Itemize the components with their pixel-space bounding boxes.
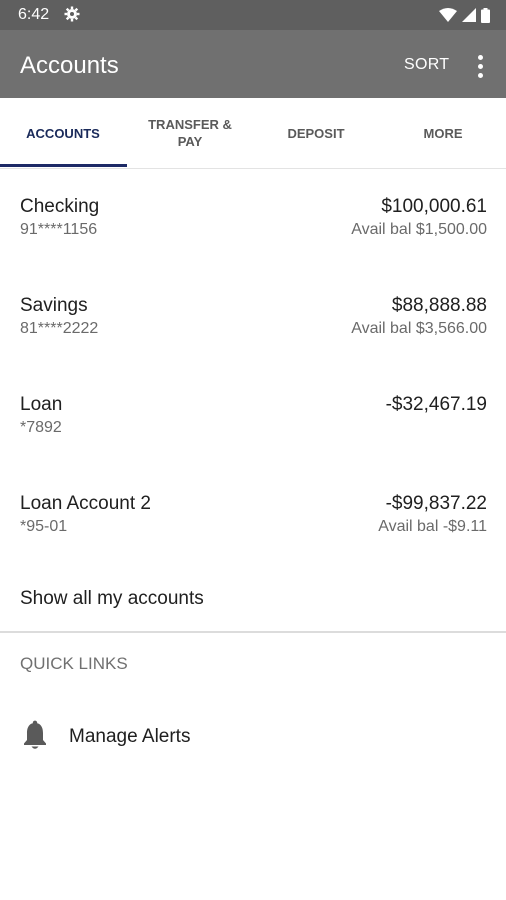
tab-transfer-pay-label: TRANSFER & PAY bbox=[148, 117, 232, 149]
account-row-checking[interactable]: Checking 91****1156 $100,000.61 Avail ba… bbox=[0, 196, 506, 294]
show-all-accounts-link[interactable]: Show all my accounts bbox=[20, 588, 204, 610]
account-number: 81****2222 bbox=[20, 320, 99, 337]
sort-button[interactable]: SORT bbox=[404, 56, 449, 74]
quick-links-title: QUICK LINKS bbox=[20, 654, 128, 673]
manage-alerts-link[interactable]: Manage Alerts bbox=[0, 712, 506, 762]
account-number: 91****1156 bbox=[20, 221, 98, 238]
account-name: Loan Account 2 bbox=[20, 493, 151, 514]
account-row-loan[interactable]: Loan *7892 -$32,467.19 bbox=[0, 394, 506, 492]
page-title: Accounts bbox=[20, 52, 119, 79]
signal-icon bbox=[462, 8, 476, 22]
tab-transfer-pay[interactable]: TRANSFER & PAY bbox=[127, 98, 253, 168]
tab-deposit[interactable]: DEPOSIT bbox=[253, 98, 379, 168]
available-balance: Avail bal $3,566.00 bbox=[351, 320, 487, 337]
account-name: Checking bbox=[20, 196, 100, 217]
tab-deposit-label: DEPOSIT bbox=[287, 125, 345, 141]
account-row-loan-account-2[interactable]: Loan Account 2 *95-01 -$99,837.22 Avail … bbox=[0, 493, 506, 591]
wifi-icon bbox=[439, 8, 457, 22]
battery-icon bbox=[481, 7, 490, 23]
account-name: Loan bbox=[20, 394, 63, 415]
tab-accounts[interactable]: ACCOUNTS bbox=[0, 98, 126, 168]
tab-accounts-label: ACCOUNTS bbox=[26, 125, 100, 141]
manage-alerts-label: Manage Alerts bbox=[69, 726, 191, 747]
bell-icon bbox=[22, 720, 48, 755]
account-row-savings[interactable]: Savings 81****2222 $88,888.88 Avail bal … bbox=[0, 295, 506, 393]
account-name: Savings bbox=[20, 295, 88, 316]
more-options-icon[interactable] bbox=[470, 52, 490, 80]
account-balance: $88,888.88 bbox=[391, 295, 487, 316]
status-bar: 6:42 bbox=[0, 0, 506, 30]
account-number: *95-01 bbox=[20, 518, 68, 535]
status-time: 6:42 bbox=[18, 6, 50, 23]
tab-bar: ACCOUNTS TRANSFER & PAY DEPOSIT MORE bbox=[0, 98, 506, 169]
available-balance: Avail bal $1,500.00 bbox=[351, 221, 487, 238]
available-balance: Avail bal -$9.11 bbox=[378, 518, 487, 535]
tab-more-label: MORE bbox=[423, 125, 463, 141]
account-balance: -$32,467.19 bbox=[385, 394, 487, 415]
section-divider bbox=[0, 631, 506, 633]
active-tab-indicator bbox=[0, 164, 127, 167]
account-number: *7892 bbox=[20, 419, 62, 436]
account-balance: -$99,837.22 bbox=[385, 493, 487, 514]
app-bar: Accounts SORT bbox=[0, 30, 506, 98]
tab-more[interactable]: MORE bbox=[380, 98, 506, 168]
status-icons bbox=[439, 7, 490, 23]
account-balance: $100,000.61 bbox=[381, 196, 487, 217]
settings-gear-icon bbox=[64, 6, 80, 27]
